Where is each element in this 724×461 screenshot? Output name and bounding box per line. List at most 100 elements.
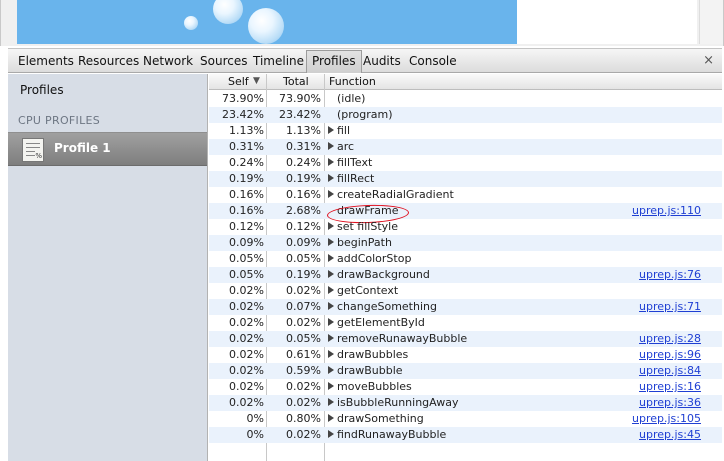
function-cell: createRadialGradient (328, 187, 454, 203)
source-link[interactable]: uprep.js:105 (632, 411, 701, 427)
tab-resources[interactable]: Resources (73, 51, 144, 72)
table-row[interactable]: 0.19% 0.19% fillRect (209, 171, 722, 187)
function-cell: changeSomething (328, 299, 437, 315)
expand-triangle-icon[interactable] (328, 414, 334, 422)
inspected-page-area (0, 0, 724, 46)
table-row[interactable]: 0.02% 0.59% drawBubble uprep.js:84 (209, 363, 722, 379)
sort-descending-icon: ▼ (253, 76, 260, 86)
expand-triangle-icon[interactable] (328, 302, 334, 310)
table-row[interactable]: 0.05% 0.05% addColorStop (209, 251, 722, 267)
table-row[interactable]: 0% 0.80% drawSomething uprep.js:105 (209, 411, 722, 427)
source-link[interactable]: uprep.js:96 (639, 347, 701, 363)
function-cell: isBubbleRunningAway (328, 395, 459, 411)
tab-network[interactable]: Network (138, 51, 198, 72)
bubbles-canvas[interactable] (17, 0, 517, 44)
table-row[interactable]: 0.16% 2.68% drawFrame uprep.js:110 (209, 203, 722, 225)
function-cell: addColorStop (328, 251, 411, 267)
self-time-cell: 0.12% (229, 220, 264, 233)
table-row[interactable]: 1.13% 1.13% fill (209, 123, 722, 139)
self-time-cell: 0.05% (229, 252, 264, 265)
expand-triangle-icon[interactable] (328, 142, 334, 150)
table-row[interactable]: 0.02% 0.02% getElementById (209, 315, 722, 331)
expand-triangle-icon[interactable] (328, 366, 334, 374)
source-link[interactable]: uprep.js:76 (639, 267, 701, 283)
function-name: drawSomething (337, 412, 424, 425)
expand-triangle-icon[interactable] (328, 382, 334, 390)
table-row[interactable]: 23.42% 23.42% (program) (209, 107, 722, 123)
table-row[interactable]: 0% 0.02% findRunawayBubble uprep.js:45 (209, 427, 722, 443)
expand-triangle-icon[interactable] (328, 174, 334, 182)
function-cell: getElementById (328, 315, 425, 331)
tab-timeline[interactable]: Timeline (248, 51, 309, 72)
expand-triangle-icon[interactable] (328, 190, 334, 198)
self-time-cell: 0.24% (229, 156, 264, 169)
table-row[interactable]: 0.02% 0.61% drawBubbles uprep.js:96 (209, 347, 722, 363)
expand-triangle-icon[interactable] (328, 318, 334, 326)
column-header-function[interactable]: Function (329, 74, 376, 90)
column-header-total[interactable]: Total (283, 74, 309, 90)
expand-triangle-icon[interactable] (328, 254, 334, 262)
column-header-self[interactable]: Self (228, 74, 249, 90)
tab-console[interactable]: Console (404, 51, 462, 72)
table-row[interactable]: 73.90% 73.90% (idle) (209, 91, 722, 107)
table-row[interactable]: 0.02% 0.07% changeSomething uprep.js:71 (209, 299, 722, 315)
tab-profiles[interactable]: Profiles (306, 50, 362, 73)
source-link[interactable]: uprep.js:84 (639, 363, 701, 379)
total-time-cell: 0.59% (286, 364, 321, 377)
table-row[interactable]: 0.02% 0.02% getContext (209, 283, 722, 299)
table-row[interactable]: 0.09% 0.09% beginPath (209, 235, 722, 251)
close-icon[interactable]: × (703, 51, 714, 72)
self-time-cell: 0.19% (229, 172, 264, 185)
expand-triangle-icon[interactable] (328, 222, 334, 230)
self-time-cell: 0.02% (229, 396, 264, 409)
expand-triangle-icon[interactable] (328, 126, 334, 134)
table-row[interactable]: 0.31% 0.31% arc (209, 139, 722, 155)
table-row[interactable]: 0.05% 0.19% drawBackground uprep.js:76 (209, 267, 722, 283)
self-time-cell: 0.05% (229, 268, 264, 281)
self-time-cell: 73.90% (222, 92, 264, 105)
total-time-cell: 0.80% (286, 412, 321, 425)
self-time-cell: 23.42% (222, 108, 264, 121)
expand-triangle-icon[interactable] (328, 430, 334, 438)
expand-triangle-icon[interactable] (328, 238, 334, 246)
page-scrollbar[interactable] (699, 0, 723, 44)
sidebar-heading[interactable]: Profiles (20, 83, 64, 97)
table-row[interactable]: 0.12% 0.12% set fillStyle (209, 219, 722, 235)
function-name: removeRunawayBubble (337, 332, 468, 345)
expand-triangle-icon[interactable] (328, 286, 334, 294)
function-cell: fillText (328, 155, 372, 171)
expand-triangle-icon[interactable] (328, 158, 334, 166)
function-name: findRunawayBubble (337, 428, 447, 441)
source-link[interactable]: uprep.js:45 (639, 427, 701, 443)
self-time-cell: 0.16% (229, 188, 264, 201)
function-name: drawBackground (337, 268, 430, 281)
table-row[interactable]: 0.16% 0.16% createRadialGradient (209, 187, 722, 203)
expand-triangle-icon[interactable] (328, 398, 334, 406)
table-row[interactable]: 0.02% 0.02% moveBubbles uprep.js:16 (209, 379, 722, 395)
function-cell: drawBackground (328, 267, 430, 283)
function-name: changeSomething (337, 300, 437, 313)
tab-elements[interactable]: Elements (13, 51, 79, 72)
source-link[interactable]: uprep.js:71 (639, 299, 701, 315)
source-link[interactable]: uprep.js:110 (632, 203, 701, 219)
source-link[interactable]: uprep.js:36 (639, 395, 701, 411)
total-time-cell: 0.02% (286, 316, 321, 329)
table-row[interactable]: 0.02% 0.02% isBubbleRunningAway uprep.js:36 (209, 395, 722, 411)
function-name: fill (337, 124, 351, 137)
profile-data-grid: Self ▼ Total Function 73.90% 73.90% (idle)… (209, 74, 722, 461)
expand-triangle-icon[interactable] (328, 350, 334, 358)
tab-sources[interactable]: Sources (195, 51, 252, 72)
table-row[interactable]: 0.24% 0.24% fillText (209, 155, 722, 171)
expand-triangle-icon[interactable] (328, 270, 334, 278)
sidebar-item-profile-1[interactable]: % Profile 1 (8, 132, 207, 166)
source-link[interactable]: uprep.js:28 (639, 331, 701, 347)
function-cell: removeRunawayBubble (328, 331, 467, 347)
table-row[interactable]: 0.02% 0.05% removeRunawayBubble uprep.js:28 (209, 331, 722, 347)
source-link[interactable]: uprep.js:16 (639, 379, 701, 395)
self-time-cell: 0.31% (229, 140, 264, 153)
bubble (248, 8, 284, 44)
tab-audits[interactable]: Audits (358, 51, 406, 72)
expand-triangle-icon[interactable] (328, 334, 334, 342)
self-time-cell: 0.02% (229, 332, 264, 345)
self-time-cell: 0.02% (229, 380, 264, 393)
